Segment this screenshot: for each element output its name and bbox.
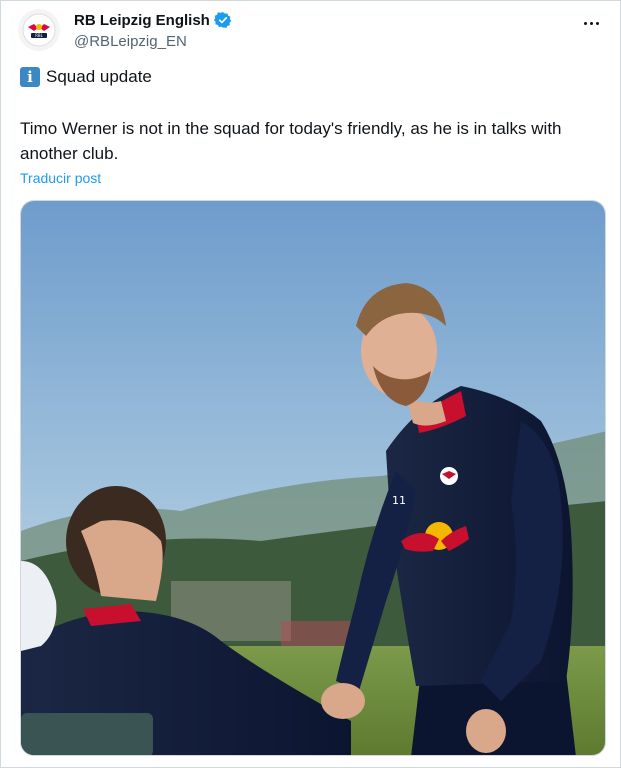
verified-badge-icon [213,12,232,29]
tweet-header: RBL RB Leipzig English @RBLeipzig_EN [18,9,606,53]
account-names: RB Leipzig English @RBLeipzig_EN [74,11,232,50]
svg-text:RBL: RBL [35,33,44,38]
info-icon: i [20,67,40,87]
post-title: Squad update [46,67,152,86]
display-name[interactable]: RB Leipzig English [74,12,210,29]
post-image[interactable]: 11 [20,200,606,756]
handle[interactable]: @RBLeipzig_EN [74,33,232,50]
tweet-card[interactable]: RBL RB Leipzig English @RBLeipzig_EN i S… [0,0,621,768]
photo-illustration: 11 [21,201,605,755]
avatar[interactable]: RBL [18,9,60,51]
rb-leipzig-logo-icon: RBL [22,13,56,47]
translate-post-link[interactable]: Traducir post [20,170,101,186]
post-body: Timo Werner is not in the squad for toda… [20,119,562,163]
jersey-number: 11 [392,494,406,507]
post-title-line: i Squad update [20,67,152,87]
more-options-icon[interactable] [576,11,606,35]
